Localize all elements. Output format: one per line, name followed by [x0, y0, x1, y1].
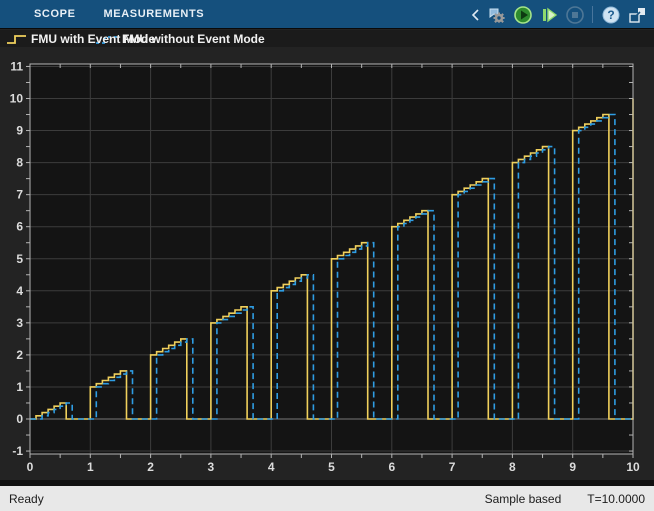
legend-label: FMU with Event Mode [31, 32, 155, 46]
y-tick-label: 10 [10, 92, 24, 106]
status-ready: Ready [9, 492, 44, 506]
legend-line-solid-icon [6, 32, 28, 46]
help-button[interactable]: ? [599, 3, 622, 26]
status-sim-time: T=10.0000 [587, 492, 645, 506]
x-tick-label: 10 [626, 460, 640, 474]
y-tick-label: 9 [16, 124, 23, 138]
y-tick-label: 8 [16, 156, 23, 170]
y-tick-label: 5 [16, 252, 23, 266]
legend-item-fmu-with-event-mode[interactable]: FMU with Event Mode [6, 30, 155, 47]
stop-icon [565, 5, 585, 25]
step-forward-button[interactable] [537, 3, 560, 26]
x-tick-label: 0 [27, 460, 34, 474]
status-bar: Ready Sample based T=10.0000 [0, 486, 654, 511]
settings-gear-icon [487, 5, 507, 25]
x-tick-label: 6 [388, 460, 395, 474]
x-tick-label: 9 [569, 460, 576, 474]
y-tick-label: -1 [12, 444, 23, 458]
run-button[interactable] [511, 3, 534, 26]
help-icon: ? [601, 5, 621, 25]
toolstrip-buttons: ? [468, 0, 648, 29]
tab-scope[interactable]: SCOPE [20, 0, 90, 28]
toolstrip: SCOPE MEASUREMENTS [0, 0, 654, 29]
chevron-left-icon [470, 8, 480, 22]
plot-canvas[interactable]: 0 1 2 3 4 5 6 7 8 9 10 -1 0 1 2 3 4 5 6 7 8 9 10 11 [0, 47, 654, 480]
y-tick-label: 1 [16, 380, 23, 394]
x-tick-label: 5 [328, 460, 335, 474]
x-tick-label: 2 [147, 460, 154, 474]
legend-bar: FMU without Event Mode FMU with Event Mo… [0, 30, 654, 47]
y-tick-label: 6 [16, 220, 23, 234]
x-tick-label: 4 [268, 460, 275, 474]
status-sample-mode: Sample based [485, 492, 562, 506]
pop-out-button[interactable] [625, 3, 648, 26]
y-tick-label: 3 [16, 316, 23, 330]
toolstrip-tabs: SCOPE MEASUREMENTS [0, 0, 218, 28]
pop-out-icon [627, 5, 647, 25]
y-tick-label: 2 [16, 348, 23, 362]
y-tick-label: 0 [16, 412, 23, 426]
simulation-settings-button[interactable] [485, 3, 508, 26]
x-tick-label: 3 [208, 460, 215, 474]
collapse-toolstrip-button[interactable] [468, 3, 482, 26]
step-forward-icon [539, 5, 559, 25]
stop-button[interactable] [563, 3, 586, 26]
plot-panel: 0 1 2 3 4 5 6 7 8 9 10 -1 0 1 2 3 4 5 6 7 8 9 10 11 [0, 47, 654, 480]
scope-window: SCOPE MEASUREMENTS [0, 0, 654, 511]
run-icon [513, 5, 533, 25]
y-tick-label: 11 [10, 59, 23, 73]
x-tick-label: 1 [87, 460, 94, 474]
y-tick-label: 7 [16, 188, 23, 202]
y-tick-label: 4 [16, 284, 23, 298]
svg-text:?: ? [607, 8, 614, 22]
tab-measurements[interactable]: MEASUREMENTS [90, 0, 219, 28]
toolbar-divider [592, 6, 593, 23]
x-tick-label: 7 [449, 460, 456, 474]
x-tick-label: 8 [509, 460, 516, 474]
